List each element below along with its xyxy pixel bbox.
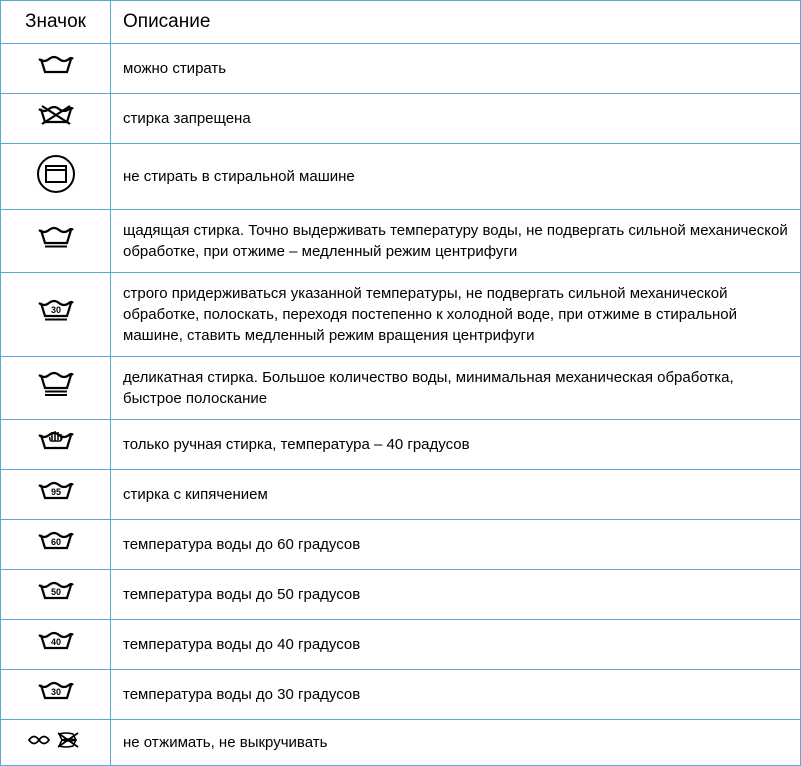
wash-50-icon: 50 (1, 570, 111, 620)
wash-icon (1, 44, 111, 94)
description-cell: можно стирать (111, 44, 801, 94)
table-row: 60 температура воды до 60 градусов (1, 520, 801, 570)
wash-40-icon: 40 (1, 620, 111, 670)
wash-60-icon: 60 (1, 520, 111, 570)
table-row: деликатная стирка. Большое количество во… (1, 357, 801, 420)
wash-30-1bar-icon: 30 (1, 273, 111, 357)
description-cell: щадящая стирка. Точно выдерживать темпер… (111, 210, 801, 273)
wash-30-icon: 30 (1, 670, 111, 720)
table-row: только ручная стирка, температура – 40 г… (1, 420, 801, 470)
svg-text:95: 95 (50, 487, 60, 497)
header-description: Описание (111, 1, 801, 44)
table-row: 40 температура воды до 40 градусов (1, 620, 801, 670)
table-row: стирка запрещена (1, 94, 801, 144)
description-cell: деликатная стирка. Большое количество во… (111, 357, 801, 420)
description-cell: температура воды до 40 градусов (111, 620, 801, 670)
svg-text:30: 30 (50, 305, 60, 315)
no-wring-icon (1, 720, 111, 766)
care-symbols-table: Значок Описание можно стиратьстирка запр… (0, 0, 801, 766)
description-cell: стирка с кипячением (111, 470, 801, 520)
wash-hand-icon (1, 420, 111, 470)
description-cell: температура воды до 60 градусов (111, 520, 801, 570)
header-icon: Значок (1, 1, 111, 44)
description-cell: не стирать в стиральной машине (111, 144, 801, 210)
table-row: 50 температура воды до 50 градусов (1, 570, 801, 620)
wash-1bar-icon (1, 210, 111, 273)
description-cell: температура воды до 30 градусов (111, 670, 801, 720)
table-row: 30 строго придерживаться указанной темпер… (1, 273, 801, 357)
wash-95-icon: 95 (1, 470, 111, 520)
table-row: не стирать в стиральной машине (1, 144, 801, 210)
table-row: щадящая стирка. Точно выдерживать темпер… (1, 210, 801, 273)
description-cell: строго придерживаться указанной температ… (111, 273, 801, 357)
description-cell: только ручная стирка, температура – 40 г… (111, 420, 801, 470)
table-row: можно стирать (1, 44, 801, 94)
svg-text:40: 40 (50, 637, 60, 647)
svg-text:50: 50 (50, 587, 60, 597)
table-row: не отжимать, не выкручивать (1, 720, 801, 766)
svg-text:60: 60 (50, 537, 60, 547)
description-cell: температура воды до 50 градусов (111, 570, 801, 620)
svg-text:30: 30 (50, 687, 60, 697)
no-machine-circle-icon (1, 144, 111, 210)
table-row: 30 температура воды до 30 градусов (1, 670, 801, 720)
wash-2bar-icon (1, 357, 111, 420)
description-cell: стирка запрещена (111, 94, 801, 144)
description-cell: не отжимать, не выкручивать (111, 720, 801, 766)
table-row: 95 стирка с кипячением (1, 470, 801, 520)
wash-no-icon (1, 94, 111, 144)
